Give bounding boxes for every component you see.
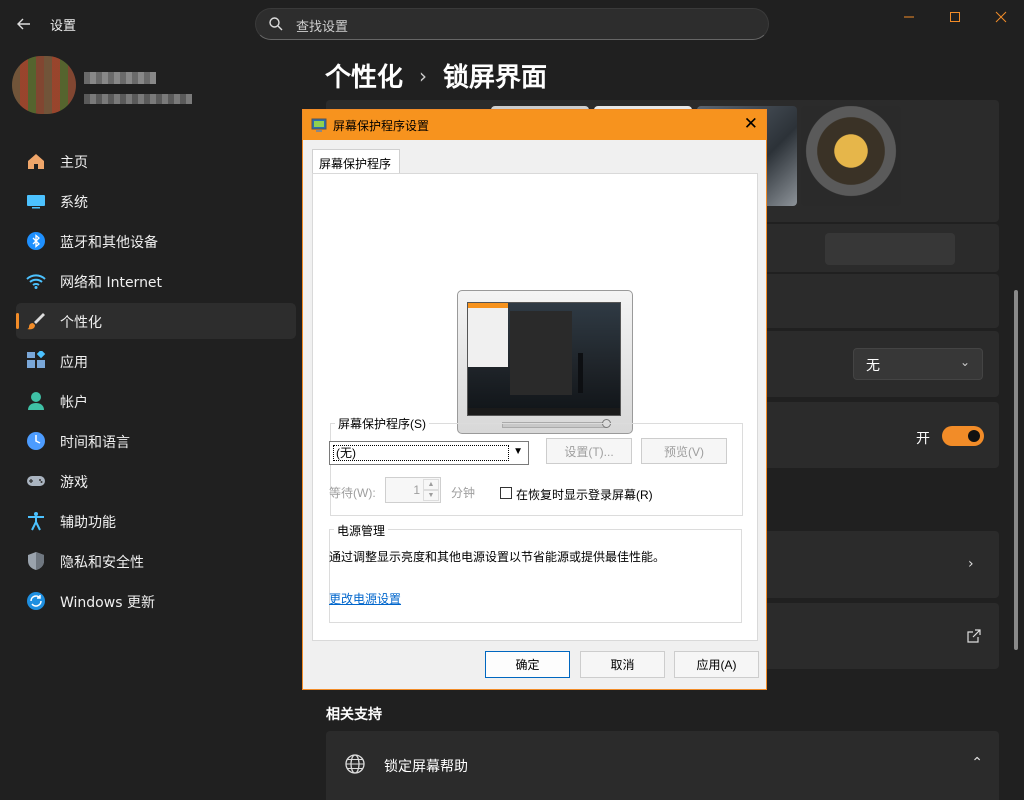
- scrollbar[interactable]: [1014, 290, 1018, 650]
- chevron-down-icon: ▼: [513, 446, 523, 457]
- sidebar-item-label: 帐户: [60, 395, 88, 411]
- sidebar-item-label: 蓝牙和其他设备: [60, 235, 158, 251]
- bluetooth-icon: [27, 232, 45, 250]
- help-item-label: 锁定屏幕帮助: [384, 759, 468, 775]
- sidebar-item-gaming[interactable]: 游戏: [16, 463, 296, 499]
- sidebar-item-network[interactable]: 网络和 Internet: [16, 263, 296, 299]
- dialog-close-icon[interactable]: ✕: [744, 114, 758, 134]
- apply-button[interactable]: 应用(A): [674, 651, 759, 678]
- sidebar-item-label: 个性化: [60, 315, 102, 331]
- brush-icon: [27, 313, 45, 330]
- sidebar-item-label: 辅助功能: [60, 515, 116, 531]
- wait-value: 1: [413, 483, 420, 497]
- sidebar-item-system[interactable]: 系统: [16, 183, 296, 219]
- clock-icon: [27, 432, 45, 450]
- sign-in-background-toggle[interactable]: [942, 426, 984, 446]
- search-placeholder: 查找设置: [296, 20, 349, 35]
- active-indicator: [16, 313, 19, 329]
- search-icon: [269, 17, 283, 31]
- screensaver-dialog: 屏幕保护程序设置 ✕ 屏幕保护程序 屏幕保护程序(S) (无) ▼ 设置(T).…: [302, 109, 767, 690]
- dialog-title: 屏幕保护程序设置: [333, 119, 430, 133]
- accessibility-icon: [28, 512, 44, 531]
- sidebar-item-personalization[interactable]: 个性化: [16, 303, 296, 339]
- sidebar-item-privacy[interactable]: 隐私和安全性: [16, 543, 296, 579]
- sidebar-item-home[interactable]: 主页: [16, 143, 296, 179]
- wifi-icon: [26, 274, 46, 289]
- sidebar-item-label: 时间和语言: [60, 435, 130, 451]
- home-icon: [28, 154, 44, 169]
- back-arrow-icon[interactable]: [10, 10, 38, 38]
- page-title: 锁屏界面: [443, 63, 548, 93]
- search-input[interactable]: 查找设置: [255, 8, 769, 40]
- monitor-preview: [457, 290, 633, 434]
- sidebar-item-apps[interactable]: 应用: [16, 343, 296, 379]
- close-icon[interactable]: [986, 8, 1016, 26]
- preview-screen: [467, 302, 621, 416]
- update-icon: [27, 592, 45, 610]
- profile-email-blurred: [84, 94, 192, 104]
- lock-screen-status-dropdown[interactable]: 无 ⌄: [853, 348, 983, 380]
- chevron-down-icon: ⌄: [959, 355, 970, 369]
- screensaver-settings-button[interactable]: 设置(T)...: [546, 438, 632, 464]
- spin-down-icon[interactable]: ▼: [423, 490, 439, 501]
- toggle-knob: [968, 430, 980, 442]
- browse-button[interactable]: [825, 233, 955, 265]
- toggle-state-label: 开: [916, 431, 930, 447]
- tab-label: 屏幕保护程序: [319, 157, 392, 171]
- background-thumbnail[interactable]: [801, 106, 901, 206]
- breadcrumb-parent[interactable]: 个性化: [325, 57, 403, 94]
- sidebar-item-label: 系统: [60, 195, 88, 211]
- related-support-title: 相关支持: [326, 707, 382, 723]
- account-icon: [28, 392, 44, 410]
- lock-screen-help-item[interactable]: 锁定屏幕帮助 ⌃: [326, 731, 999, 800]
- screensaver-group-title: 屏幕保护程序(S): [335, 415, 429, 432]
- sidebar-item-label: 网络和 Internet: [60, 275, 163, 291]
- profile-name-blurred: [84, 72, 156, 84]
- maximize-icon[interactable]: [940, 8, 970, 26]
- ok-button[interactable]: 确定: [485, 651, 570, 678]
- sidebar-item-label: 主页: [60, 155, 88, 171]
- screensaver-preview-button[interactable]: 预览(V): [641, 438, 727, 464]
- sidebar-item-label: 应用: [60, 355, 88, 371]
- chevron-up-icon: ⌃: [971, 755, 983, 771]
- screensaver-app-icon: [311, 118, 327, 132]
- external-link-icon: [967, 629, 981, 643]
- sidebar-item-label: 隐私和安全性: [60, 555, 144, 571]
- wait-unit-label: 分钟: [451, 486, 476, 500]
- sidebar-item-accessibility[interactable]: 辅助功能: [16, 503, 296, 539]
- sidebar-item-accounts[interactable]: 帐户: [16, 383, 296, 419]
- screensaver-select-value: (无): [333, 445, 509, 461]
- apps-icon: [27, 351, 46, 368]
- system-icon: [27, 195, 45, 209]
- screensaver-select[interactable]: (无) ▼: [329, 441, 529, 465]
- chevron-right-icon: ›: [968, 556, 974, 572]
- breadcrumb-separator: ›: [419, 63, 428, 88]
- minimize-icon[interactable]: [894, 8, 924, 26]
- sidebar-item-label: 游戏: [60, 475, 88, 491]
- power-group-title: 电源管理: [334, 522, 389, 539]
- wait-minutes-stepper[interactable]: 1 ▲ ▼: [385, 477, 441, 503]
- cancel-button[interactable]: 取消: [580, 651, 665, 678]
- avatar[interactable]: [12, 56, 76, 114]
- change-power-settings-link[interactable]: 更改电源设置: [329, 590, 401, 607]
- power-description: 通过调整显示亮度和其他电源设置以节省能源或提供最佳性能。: [329, 550, 666, 564]
- sidebar-item-label: Windows 更新: [60, 595, 155, 611]
- globe-icon: [345, 754, 365, 774]
- sidebar-item-windows-update[interactable]: Windows 更新: [16, 583, 296, 619]
- show-logon-label[interactable]: 在恢复时显示登录屏幕(R): [516, 486, 653, 503]
- sidebar-item-bluetooth[interactable]: 蓝牙和其他设备: [16, 223, 296, 259]
- tab-screensaver[interactable]: 屏幕保护程序: [312, 149, 400, 174]
- power-management-group: [329, 529, 742, 623]
- shield-icon: [28, 552, 44, 570]
- app-title: 设置: [50, 19, 77, 34]
- dropdown-value: 无: [866, 358, 880, 374]
- dialog-title-bar[interactable]: 屏幕保护程序设置 ✕: [303, 110, 766, 140]
- title-bar: 设置 查找设置: [0, 0, 1024, 48]
- spin-up-icon[interactable]: ▲: [423, 479, 439, 490]
- sidebar-item-time-language[interactable]: 时间和语言: [16, 423, 296, 459]
- gamepad-icon: [27, 476, 45, 486]
- breadcrumb: 个性化 › 锁屏界面: [325, 57, 547, 94]
- wait-label: 等待(W):: [329, 486, 376, 500]
- show-logon-checkbox[interactable]: [500, 487, 512, 499]
